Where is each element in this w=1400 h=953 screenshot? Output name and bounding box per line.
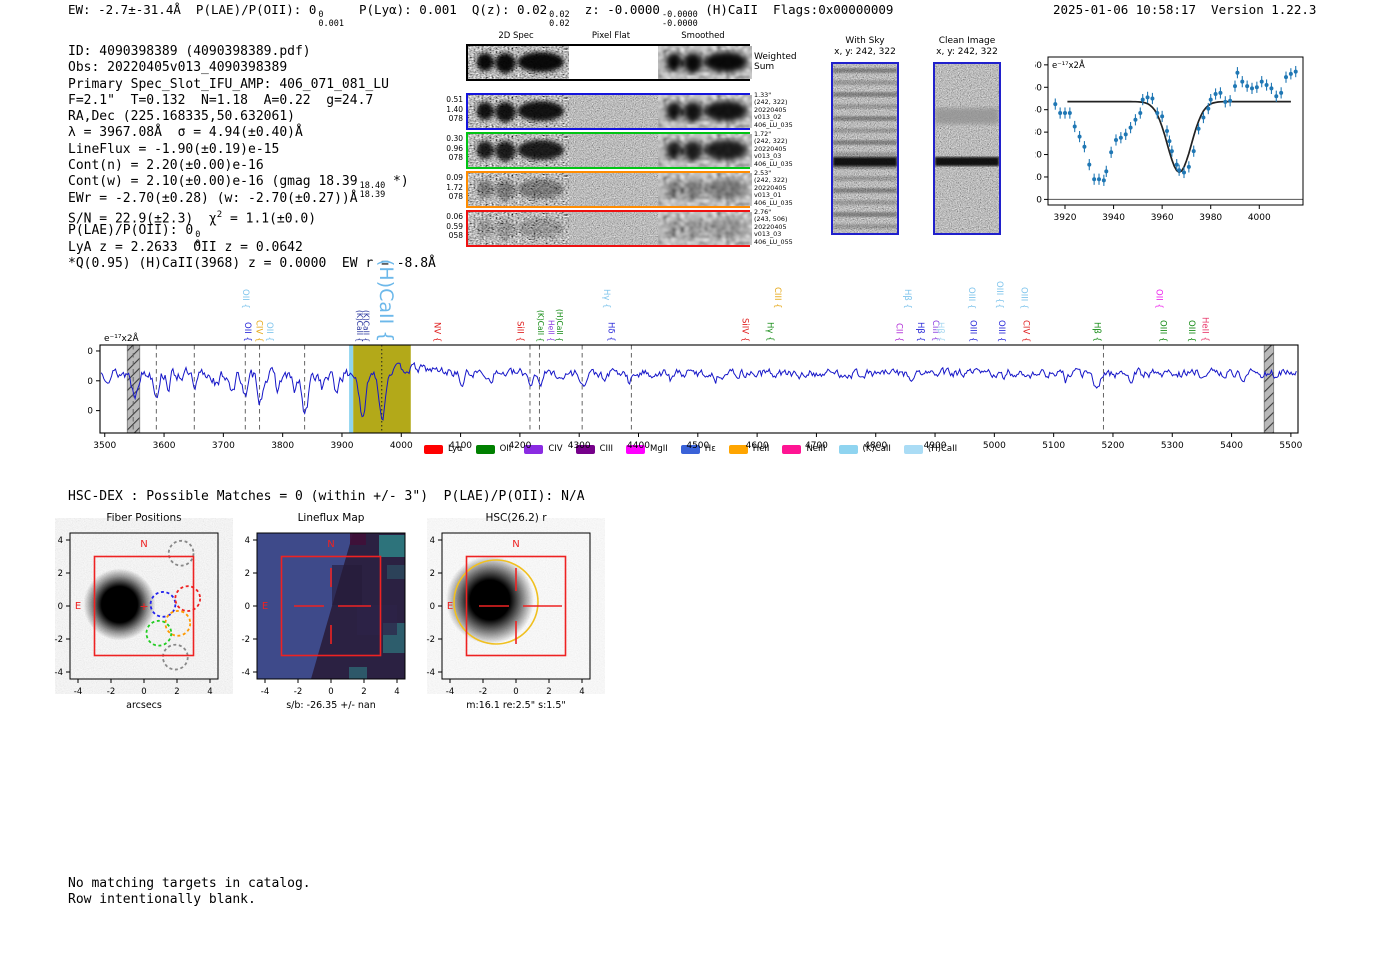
svg-text:-2: -2: [242, 635, 250, 645]
svg-text:4700: 4700: [805, 441, 828, 451]
svg-text:+: +: [139, 600, 148, 613]
svg-text:4100: 4100: [449, 441, 472, 451]
svg-text:5000: 5000: [983, 441, 1006, 451]
svg-text:20: 20: [88, 407, 93, 417]
svg-text:20: 20: [1035, 151, 1042, 161]
svg-text:-4: -4: [261, 687, 269, 697]
svg-text:-2: -2: [479, 687, 487, 697]
svg-text:3800: 3800: [271, 441, 294, 451]
svg-text:arcsecs: arcsecs: [126, 700, 162, 711]
svg-text:-4: -4: [242, 668, 250, 678]
svg-text:4900: 4900: [924, 441, 947, 451]
svg-text:-2: -2: [107, 687, 115, 697]
svg-text:-4: -4: [55, 668, 63, 678]
svg-text:4: 4: [245, 536, 250, 546]
svg-text:5100: 5100: [1042, 441, 1065, 451]
footer-line-2: Row intentionally blank.: [68, 892, 256, 907]
svg-text:4: 4: [430, 536, 435, 546]
svg-text:3960: 3960: [1151, 213, 1174, 223]
svg-text:4400: 4400: [627, 441, 650, 451]
svg-text:2: 2: [430, 569, 435, 579]
svg-text:50: 50: [1035, 83, 1042, 93]
svg-text:4: 4: [394, 687, 399, 697]
svg-text:3600: 3600: [153, 441, 176, 451]
line-fit-plot: 3920 3940 3960 3980 4000 0 10 20 30 40 50 60 e⁻¹⁷x2Å: [1035, 56, 1304, 223]
svg-text:HSC(26.2) r: HSC(26.2) r: [485, 512, 547, 524]
elixer-detection-report: EW: -2.7±-31.4Å P(LAE)/P(OII): 0 0 0.001 P…: [0, 0, 1400, 953]
svg-text:5200: 5200: [1102, 441, 1125, 451]
full-spectrum-plot: 3500 3600 3700 3800 3900 4000 4100 4200 4300 4400…: [88, 332, 1303, 451]
svg-text:E: E: [447, 601, 453, 612]
svg-text:N: N: [327, 539, 334, 550]
svg-text:5500: 5500: [1279, 441, 1302, 451]
svg-text:30: 30: [1035, 128, 1042, 138]
line-label: Hγ {: [601, 289, 612, 309]
svg-text:e⁻¹⁷x2Å: e⁻¹⁷x2Å: [104, 332, 140, 344]
line-label: CIII {: [772, 287, 782, 309]
line-label: OIII {: [966, 286, 976, 309]
svg-text:2: 2: [174, 687, 179, 697]
line-label: OII {: [1153, 289, 1164, 309]
svg-text:40: 40: [1035, 106, 1042, 116]
svg-text:0: 0: [328, 687, 333, 697]
footer-line-1: No matching targets in catalog.: [68, 876, 311, 891]
svg-text:4000: 4000: [1248, 213, 1271, 223]
svg-text:3700: 3700: [212, 441, 235, 451]
cutout-hsc-26-2-r: HSC(26.2) r N E -4 -4 -2 -2 0 0 2 2 4 4 m:16.1 re:2.5…: [427, 512, 591, 711]
svg-text:3900: 3900: [331, 441, 354, 451]
svg-text:10: 10: [1035, 173, 1042, 183]
svg-text:2: 2: [58, 569, 63, 579]
svg-text:-4: -4: [446, 687, 454, 697]
svg-text:4000: 4000: [390, 441, 413, 451]
svg-text:N: N: [140, 539, 147, 550]
svg-text:2: 2: [245, 569, 250, 579]
svg-text:s/b: -26.35 +/- nan: s/b: -26.35 +/- nan: [286, 700, 376, 711]
svg-text:2: 2: [361, 687, 366, 697]
cutout-lineflux-map: Lineflux Map N E -4 -4 -2 -2 0 0 2 2 4 4 s/b: -26.35 …: [242, 512, 406, 711]
line-label: OII {: [240, 289, 250, 309]
svg-text:4: 4: [579, 687, 584, 697]
svg-text:3500: 3500: [93, 441, 116, 451]
svg-text:4500: 4500: [686, 441, 709, 451]
svg-text:5300: 5300: [1161, 441, 1184, 451]
svg-text:0: 0: [245, 602, 250, 612]
svg-text:60: 60: [1035, 61, 1042, 71]
svg-text:0: 0: [58, 602, 63, 612]
svg-text:E: E: [75, 601, 81, 612]
svg-text:3940: 3940: [1102, 213, 1125, 223]
svg-text:4300: 4300: [568, 441, 591, 451]
svg-text:N: N: [512, 539, 519, 550]
line-label: OIII {: [1018, 286, 1029, 309]
svg-text:4: 4: [207, 687, 212, 697]
svg-text:-4: -4: [74, 687, 82, 697]
svg-text:0: 0: [1036, 195, 1042, 205]
svg-text:3920: 3920: [1054, 213, 1077, 223]
svg-text:5400: 5400: [1220, 441, 1243, 451]
svg-text:0: 0: [513, 687, 518, 697]
svg-text:0: 0: [141, 687, 146, 697]
svg-text:4600: 4600: [746, 441, 769, 451]
svg-text:40: 40: [88, 377, 93, 387]
svg-text:Fiber Positions: Fiber Positions: [106, 512, 181, 524]
line-label: OIII {{: [993, 281, 1004, 309]
hsc-match-summary: HSC-DEX : Possible Matches = 0 (within +…: [68, 489, 585, 504]
svg-text:m:16.1 re:2.5" s:1.5": m:16.1 re:2.5" s:1.5": [466, 700, 566, 711]
svg-text:Lineflux Map: Lineflux Map: [298, 512, 365, 524]
svg-text:60: 60: [88, 347, 93, 357]
line-label: Hβ {: [901, 289, 912, 309]
svg-text:-4: -4: [427, 668, 435, 678]
svg-text:4800: 4800: [864, 441, 887, 451]
svg-text:-2: -2: [427, 635, 435, 645]
svg-text:-2: -2: [55, 635, 63, 645]
svg-text:4: 4: [58, 536, 63, 546]
svg-text:e⁻¹⁷x2Å: e⁻¹⁷x2Å: [1052, 59, 1085, 71]
cutout-fiber-positions: Fiber Positions + N E -4 -4 -2 -2 0 0 2 2 4 4 arcsecs: [55, 512, 219, 711]
svg-text:0: 0: [430, 602, 435, 612]
svg-text:4200: 4200: [508, 441, 531, 451]
svg-text:2: 2: [546, 687, 551, 697]
svg-text:E: E: [262, 601, 268, 612]
svg-text:3980: 3980: [1199, 213, 1222, 223]
svg-text:-2: -2: [294, 687, 302, 697]
